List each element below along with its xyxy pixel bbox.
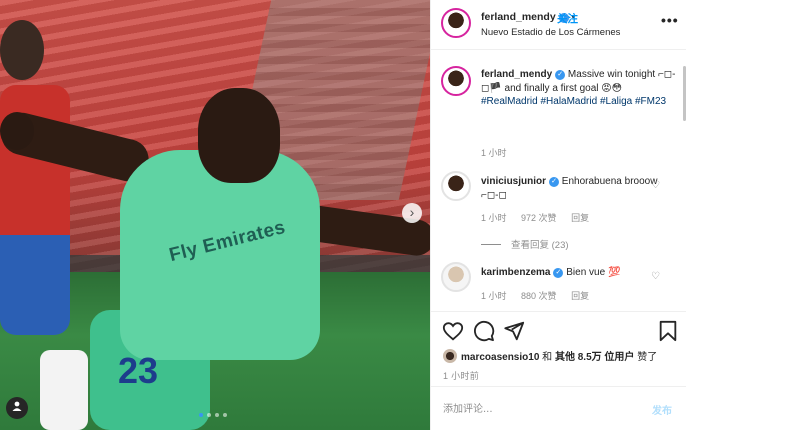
comment-likes[interactable]: 880 次赞 bbox=[521, 291, 557, 301]
post-timestamp[interactable]: 1 小时前 bbox=[443, 369, 479, 382]
carousel-dot[interactable] bbox=[223, 413, 227, 417]
heart-icon[interactable] bbox=[442, 320, 464, 342]
user-tag-icon[interactable] bbox=[6, 397, 28, 419]
bookmark-icon-svg bbox=[659, 320, 677, 342]
caption-time: 1 小时 bbox=[481, 148, 507, 158]
comment-like-heart-icon[interactable]: ♡ bbox=[651, 272, 661, 282]
liker-username[interactable]: marcoasensio10 bbox=[461, 352, 539, 363]
comment-meta: 1 小时 972 次赞 回复 bbox=[481, 211, 601, 224]
verified-badge-icon: ✓ bbox=[549, 177, 560, 187]
likes-suffix: 赞了 bbox=[637, 352, 658, 363]
likes-summary: marcoasensio10 和 其他 8.5万 位用户 赞了 bbox=[443, 348, 657, 363]
caption-hashtags[interactable]: #RealMadrid #HalaMadrid #Laliga #FM23 bbox=[481, 96, 666, 107]
caption-avatar[interactable] bbox=[441, 66, 471, 96]
comment-username[interactable]: viniciusjunior bbox=[481, 176, 546, 187]
comment-text: Bien vue 💯 bbox=[566, 267, 621, 278]
send-icon[interactable] bbox=[503, 320, 525, 342]
carousel-dots bbox=[199, 413, 227, 417]
comment-text-block: viniciusjunior ✓ Enhorabuena brooow ⌐◻-◻ bbox=[481, 175, 677, 202]
comment-reply-button[interactable]: 回复 bbox=[571, 213, 589, 223]
post-details-panel: ferland_mendy ✓ • 关注 Nuevo Estadio de Los… bbox=[430, 0, 687, 430]
player-head bbox=[198, 88, 280, 183]
comment-icon[interactable] bbox=[473, 320, 495, 342]
comment-like-heart-icon[interactable]: ♡ bbox=[651, 181, 661, 191]
comment-icon-svg bbox=[474, 320, 495, 342]
comment-username[interactable]: karimbenzema bbox=[481, 267, 550, 278]
likes-others[interactable]: 其他 8.5万 位用户 bbox=[555, 352, 634, 363]
person-icon bbox=[12, 401, 22, 411]
post-photo[interactable]: Fly Emirates 23 › bbox=[0, 0, 430, 430]
post-header: ferland_mendy ✓ • 关注 Nuevo Estadio de Los… bbox=[431, 0, 687, 50]
caption-text-block: ferland_mendy ✓ Massive win tonight ⌐◻-◻🏴… bbox=[481, 68, 677, 109]
follow-button[interactable]: 关注 bbox=[557, 11, 578, 26]
more-options-icon[interactable]: ••• bbox=[661, 12, 679, 28]
likes-and: 和 bbox=[542, 352, 553, 363]
send-icon-svg bbox=[504, 321, 525, 341]
add-comment-bar: 发布 bbox=[431, 386, 687, 430]
verified-badge-icon: ✓ bbox=[555, 70, 566, 80]
comment-meta: 1 小时 880 次赞 回复 bbox=[481, 289, 601, 302]
post-comment-button[interactable]: 发布 bbox=[652, 402, 672, 417]
page-margin bbox=[686, 0, 800, 430]
commenter-avatar[interactable] bbox=[441, 262, 471, 292]
commenter-avatar[interactable] bbox=[441, 171, 471, 201]
bookmark-icon[interactable] bbox=[657, 320, 679, 342]
heart-icon-svg bbox=[442, 322, 464, 341]
caption-username[interactable]: ferland_mendy bbox=[481, 69, 552, 80]
view-replies-label[interactable]: 查看回复 (23) bbox=[511, 240, 569, 251]
location-link[interactable]: Nuevo Estadio de Los Cármenes bbox=[481, 27, 620, 38]
shorts-number: 23 bbox=[118, 350, 159, 391]
player-fist bbox=[0, 112, 34, 150]
carousel-dot[interactable] bbox=[215, 413, 219, 417]
background-player-leg bbox=[40, 350, 88, 430]
add-comment-input[interactable] bbox=[443, 399, 633, 419]
carousel-dot[interactable] bbox=[207, 413, 211, 417]
comment-reply-button[interactable]: 回复 bbox=[571, 291, 589, 301]
comment-time: 1 小时 bbox=[481, 213, 507, 223]
author-avatar[interactable] bbox=[441, 8, 471, 38]
carousel-next-button[interactable]: › bbox=[402, 203, 422, 223]
author-username-text[interactable]: ferland_mendy bbox=[481, 11, 556, 23]
liker-avatar[interactable] bbox=[443, 349, 457, 363]
comment-time: 1 小时 bbox=[481, 291, 507, 301]
verified-badge-icon: ✓ bbox=[553, 268, 564, 278]
comments-list[interactable]: ferland_mendy ✓ Massive win tonight ⌐◻-◻🏴… bbox=[431, 51, 687, 311]
carousel-dot[interactable] bbox=[199, 413, 203, 417]
view-replies-button[interactable]: 查看回复 (23) bbox=[481, 237, 569, 251]
replies-line bbox=[481, 244, 501, 245]
player-jersey bbox=[120, 150, 320, 360]
comment-likes[interactable]: 972 次赞 bbox=[521, 213, 557, 223]
comment-text-block: karimbenzema ✓ Bien vue 💯 bbox=[481, 266, 677, 280]
background-player-head bbox=[0, 20, 44, 80]
